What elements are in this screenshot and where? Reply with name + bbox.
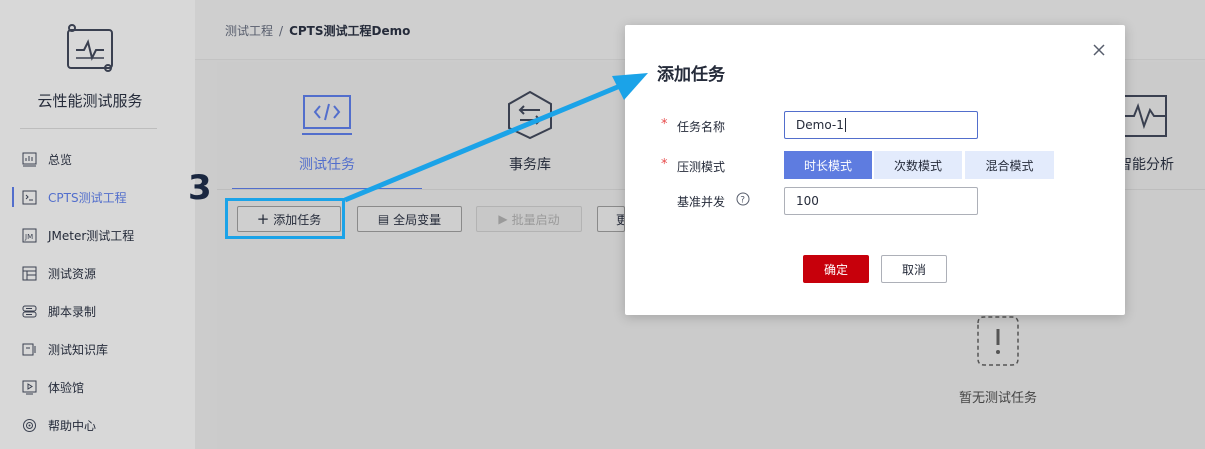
sidebar-item-label: CPTS测试工程 xyxy=(48,190,127,205)
task-name-input[interactable]: Demo-1 xyxy=(784,111,978,139)
record-icon xyxy=(22,305,37,317)
app-title: 云性能测试服务 xyxy=(37,92,143,110)
sidebar-item-label: 帮助中心 xyxy=(48,418,97,433)
sidebar-item-knowledge-base[interactable]: 测试知识库 xyxy=(0,337,195,361)
batch-start-button[interactable]: ▶ 批量启动 xyxy=(476,206,582,232)
more-label: 更 xyxy=(616,211,624,228)
sidebar-item-label: 总览 xyxy=(48,152,73,167)
pulse-icon xyxy=(1121,95,1167,137)
add-task-dialog: 添加任务 * 任务名称 Demo-1 * 压测模式 时长模式 次数模式 混合模式… xyxy=(625,25,1125,315)
batch-start-label: 批量启动 xyxy=(511,212,560,227)
sidebar-item-label: JMeter测试工程 xyxy=(48,228,135,243)
tab-label: 测试任务 xyxy=(299,157,355,173)
empty-state-text: 暂无测试任务 xyxy=(958,391,1037,406)
annotation-highlight-box xyxy=(225,198,345,239)
sidebar-item-label: 体验馆 xyxy=(48,380,85,395)
stress-mode-label: 压测模式 xyxy=(677,160,726,174)
global-variables-label: 全局变量 xyxy=(393,212,442,227)
dialog-title: 添加任务 xyxy=(657,65,725,85)
code-icon xyxy=(302,95,352,135)
required-mark: * xyxy=(661,157,668,172)
mode-duration-option[interactable]: 时长模式 xyxy=(784,151,872,179)
cancel-button[interactable]: 取消 xyxy=(881,255,947,283)
jmeter-icon: JM xyxy=(22,228,37,242)
app-logo-icon xyxy=(67,24,113,72)
transaction-icon xyxy=(508,90,552,140)
sidebar-item-experience-hall[interactable]: 体验馆 xyxy=(0,375,195,399)
sidebar-item-jmeter-project[interactable]: JM JMeter测试工程 xyxy=(0,223,195,247)
concurrency-label: 基准并发 xyxy=(677,195,726,209)
tab-transaction-library[interactable]: 事务库 xyxy=(435,62,625,190)
sidebar-item-label: 脚本录制 xyxy=(48,304,97,319)
global-variables-button[interactable]: ▤ 全局变量 xyxy=(357,206,462,232)
breadcrumb-separator: / xyxy=(279,24,284,38)
terminal-icon xyxy=(22,190,37,204)
sidebar-item-overview[interactable]: 总览 xyxy=(0,147,195,171)
task-name-label: 任务名称 xyxy=(677,120,726,134)
resource-icon xyxy=(22,266,37,280)
help-icon[interactable]: ? xyxy=(736,192,750,206)
sidebar-item-help-center[interactable]: 帮助中心 xyxy=(0,413,195,437)
breadcrumb-parent[interactable]: 测试工程 xyxy=(225,24,273,38)
more-button[interactable]: 更 xyxy=(597,206,625,232)
annotation-step-number: 3 xyxy=(188,168,212,208)
mode-mixed-option[interactable]: 混合模式 xyxy=(965,151,1054,179)
task-name-value: Demo-1 xyxy=(796,118,844,132)
confirm-button[interactable]: 确定 xyxy=(803,255,869,283)
sidebar-item-label: 测试知识库 xyxy=(48,342,109,357)
sidebar: 云性能测试服务 总览 CPTS测试工程 JM JMeter测试工程 测试资源 脚… xyxy=(0,0,195,449)
empty-state-icon xyxy=(977,316,1019,366)
svg-text:JM: JM xyxy=(24,233,33,241)
sidebar-item-test-resources[interactable]: 测试资源 xyxy=(0,261,195,285)
play-icon xyxy=(22,380,37,394)
knowledge-icon xyxy=(22,343,36,355)
sidebar-item-label: 测试资源 xyxy=(48,266,97,281)
sidebar-item-script-record[interactable]: 脚本录制 xyxy=(0,299,195,323)
required-mark: * xyxy=(661,117,668,132)
chart-icon xyxy=(22,152,37,166)
tab-test-tasks[interactable]: 测试任务 xyxy=(232,62,422,190)
concurrency-input[interactable]: 100 xyxy=(784,187,978,215)
text-cursor xyxy=(844,118,846,132)
breadcrumb-current: CPTS测试工程Demo xyxy=(289,24,411,38)
svg-text:?: ? xyxy=(740,196,745,206)
play-circle-icon: ▶ xyxy=(498,212,508,226)
close-icon[interactable] xyxy=(1091,42,1107,58)
list-icon: ▤ xyxy=(377,212,390,226)
target-icon xyxy=(23,418,36,432)
sidebar-divider xyxy=(20,128,157,129)
tab-smart-analysis[interactable]: 智能分析 xyxy=(1118,154,1174,174)
mode-count-option[interactable]: 次数模式 xyxy=(874,151,962,179)
tab-label: 事务库 xyxy=(509,157,551,173)
breadcrumb: 测试工程 / CPTS测试工程Demo xyxy=(225,22,410,39)
sidebar-item-cpts-project[interactable]: CPTS测试工程 xyxy=(0,185,195,209)
